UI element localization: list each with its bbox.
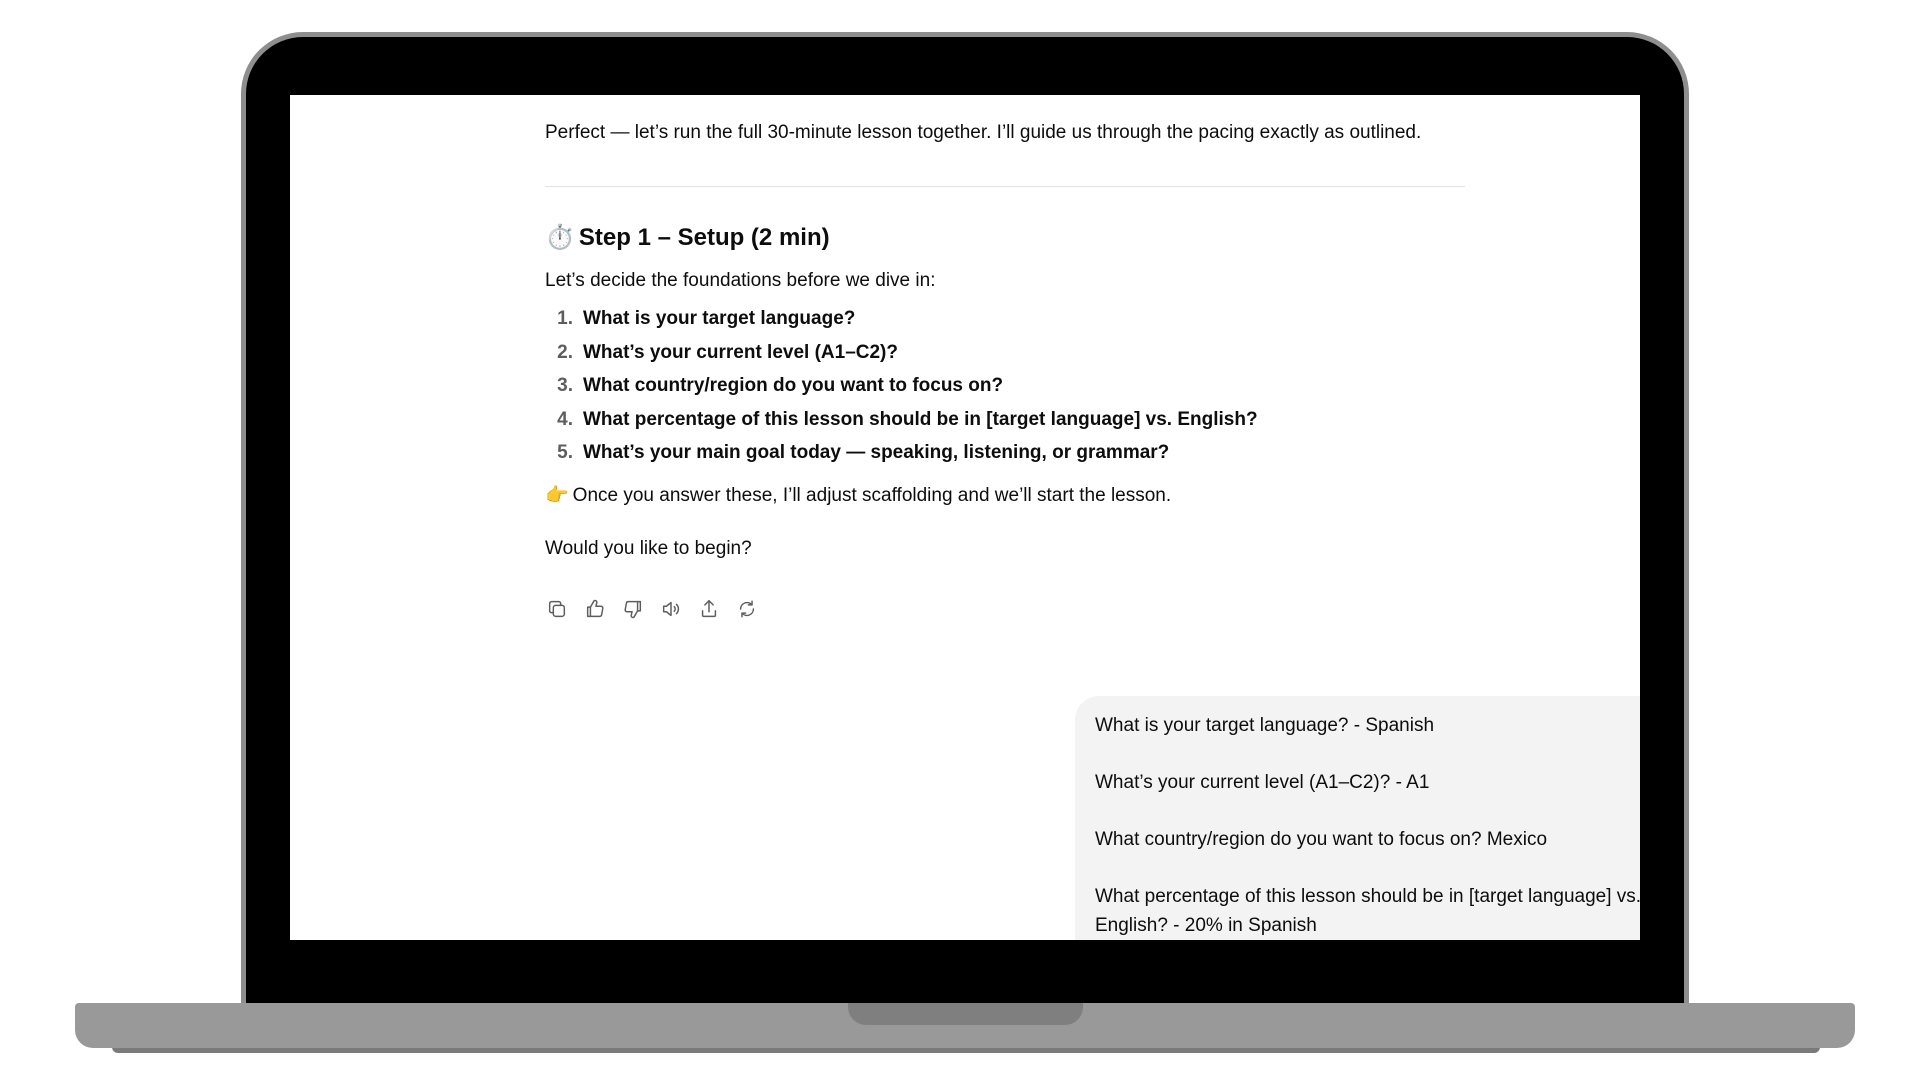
step-heading: ⏱️ Step 1 – Setup (2 min)	[545, 223, 830, 253]
user-message-line: What percentage of this lesson should be…	[1095, 886, 1640, 936]
stopwatch-icon: ⏱️	[545, 224, 575, 251]
regenerate-button[interactable]	[735, 597, 759, 621]
laptop-notch	[848, 1003, 1083, 1025]
read-aloud-button[interactable]	[659, 597, 683, 621]
thumbs-up-button[interactable]	[583, 597, 607, 621]
list-number: 4.	[557, 408, 573, 430]
list-number: 3.	[557, 375, 573, 396]
question-list: 1. What is your target language? 2. What’s…	[545, 302, 1258, 470]
list-number: 5.	[557, 442, 573, 463]
list-number: 1.	[557, 308, 573, 329]
question-text: What is your target language?	[583, 308, 856, 329]
thumbs-down-button[interactable]	[621, 597, 645, 621]
regenerate-icon	[739, 600, 755, 618]
step-heading-text: Step 1 – Setup (2 min)	[578, 224, 830, 251]
user-message-line: What country/region do you want to focus…	[1095, 829, 1548, 850]
question-text: What country/region do you want to focus…	[583, 375, 1004, 396]
list-item: 3. What country/region do you want to foc…	[545, 369, 1258, 403]
message-actions	[545, 597, 759, 621]
read-aloud-icon	[662, 601, 680, 617]
list-item: 2. What’s your current level (A1–C2)?	[545, 336, 1258, 370]
user-message-bubble: What is your target language? - Spanish …	[1075, 696, 1640, 940]
ask-text: Would you like to begin?	[545, 538, 752, 559]
chat-screen: Perfect — let’s run the full 30-minute l…	[290, 95, 1640, 940]
user-message-line: What is your target language? - Spanish	[1095, 715, 1435, 736]
divider	[545, 186, 1465, 187]
laptop-mockup: Perfect — let’s run the full 30-minute l…	[0, 0, 1920, 1080]
list-item: 4. What percentage of this lesson should …	[545, 403, 1258, 437]
list-item: 1. What is your target language?	[545, 302, 1258, 336]
thumbs-up-icon	[586, 599, 604, 618]
note-body: Once you answer these, I’ll adjust scaff…	[572, 485, 1172, 506]
assistant-intro: Perfect — let’s run the full 30-minute l…	[545, 122, 1422, 143]
question-text: What’s your main goal today — speaking, …	[583, 442, 1170, 463]
copy-button[interactable]	[545, 597, 569, 621]
question-text: What percentage of this lesson should be…	[583, 408, 1258, 430]
share-button[interactable]	[697, 597, 721, 621]
user-message-line: What’s your current level (A1–C2)? - A1	[1095, 772, 1430, 793]
share-icon	[701, 600, 717, 618]
question-text: What’s your current level (A1–C2)?	[583, 341, 898, 363]
list-number: 2.	[557, 341, 573, 363]
lead-text: Let’s decide the foundations before we d…	[545, 270, 936, 291]
pointing-hand-icon: 👉	[545, 485, 569, 506]
thumbs-down-icon	[624, 600, 642, 619]
copy-icon	[548, 600, 566, 618]
note-text: 👉 Once you answer these, I’ll adjust scaf…	[545, 484, 1171, 508]
list-item: 5. What’s your main goal today — speaking…	[545, 436, 1258, 470]
